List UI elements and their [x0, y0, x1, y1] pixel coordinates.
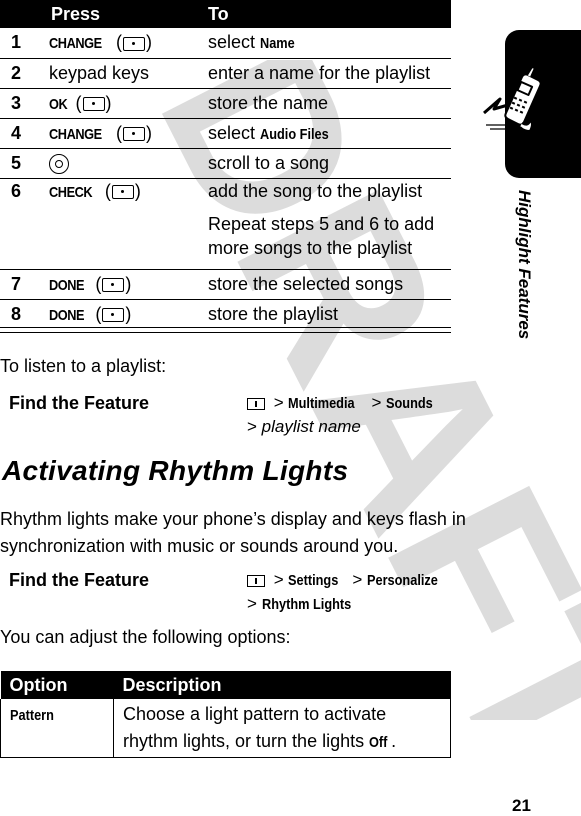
option-label: Pattern — [10, 707, 54, 724]
menu-item-name: Name — [260, 35, 295, 53]
section-body: Rhythm lights make your phone’s display … — [0, 509, 466, 556]
step-action: select Audio Files — [198, 117, 451, 148]
step-number: 6 — [0, 177, 49, 269]
step-press: DONE () — [49, 268, 198, 299]
header-to: To — [198, 0, 451, 28]
path-item: Multimedia — [288, 395, 355, 412]
options-intro: You can adjust the following options: — [0, 627, 291, 647]
table-end-rule — [0, 327, 451, 333]
step-action: store the playlist — [198, 298, 451, 329]
find-feature-label: Find the Feature — [9, 570, 150, 590]
path-separator: > — [273, 570, 284, 589]
header-press: Press — [49, 0, 198, 28]
menu-key-icon — [247, 397, 265, 410]
steps-table: Press To 1 CHANGE () select Name 2 keypa… — [0, 0, 451, 329]
step-press: CHANGE () — [49, 117, 198, 148]
step-number: 1 — [11, 32, 22, 53]
step-press: OK () — [49, 87, 198, 118]
key-label: CHECK — [49, 183, 93, 201]
description-text: Choose a light pattern to activate rhyth… — [123, 704, 387, 751]
step-press: keypad keys — [49, 57, 198, 88]
table-row: 8 DONE () store the playlist — [0, 298, 451, 329]
table-row: 2 keypad keys enter a name for the playl… — [0, 57, 451, 88]
action-text: select — [208, 32, 261, 53]
step-action: store the name — [198, 87, 451, 118]
menu-key-icon — [247, 574, 265, 587]
option-value: Off — [369, 734, 388, 751]
chapter-title-text: Highlight Features — [515, 190, 534, 340]
path-item-italic: playlist name — [261, 417, 361, 436]
step-action: add the song to the playlist Repeat step… — [198, 177, 451, 269]
path-item: Sounds — [386, 395, 433, 412]
options-header-row: Option Description — [0, 671, 451, 699]
table-row: 6 CHECK () add the song to the playlist … — [0, 177, 451, 269]
action-text: select — [208, 122, 261, 143]
table-row: 5 scroll to a song — [0, 147, 451, 178]
path-separator: > — [371, 393, 382, 412]
step-press: DONE () — [49, 298, 198, 329]
section-heading: Activating Rhythm Lights — [2, 455, 349, 486]
step-note: Repeat steps 5 and 6 to add more songs t… — [208, 213, 435, 258]
step-press — [49, 147, 198, 178]
step-number: 8 — [0, 298, 49, 329]
path-item: Settings — [288, 572, 339, 589]
header-description: Description — [113, 671, 451, 699]
table-row: 3 OK () store the name — [0, 87, 451, 118]
nav-key-icon — [49, 153, 69, 174]
path-separator: > — [247, 417, 257, 436]
key-label: DONE — [49, 276, 85, 294]
find-feature-label: Find the Feature — [9, 393, 150, 413]
description-end: . — [391, 731, 397, 751]
key-label: DONE — [49, 306, 85, 324]
find-feature-path: > Multimedia > Sounds > playlist name — [247, 391, 441, 438]
step-number: 5 — [0, 147, 49, 178]
steps-header-row: Press To — [0, 0, 451, 28]
path-separator: > — [247, 594, 257, 613]
step-number: 4 — [0, 117, 49, 148]
softkey-left-icon — [102, 307, 125, 322]
running-phone-icon — [483, 66, 542, 132]
header-num — [0, 0, 49, 28]
listen-intro: To listen to a playlist: — [0, 356, 167, 376]
menu-item-name: Audio Files — [260, 125, 329, 143]
step-action: scroll to a song — [198, 147, 451, 178]
step-press: CHANGE () — [49, 32, 153, 53]
step-press: CHECK () — [49, 177, 198, 269]
softkey-right-icon — [82, 96, 105, 111]
softkey-right-icon — [111, 184, 134, 199]
step-action: store the selected songs — [198, 268, 451, 299]
options-table: Option Description Pattern Choose a ligh… — [0, 671, 451, 758]
key-label: CHANGE — [49, 35, 102, 53]
table-row: Pattern Choose a light pattern to activa… — [0, 699, 451, 758]
option-description: Choose a light pattern to activate rhyth… — [113, 699, 451, 758]
step-action: enter a name for the playlist — [198, 57, 451, 88]
action-text: add the song to the playlist — [208, 180, 423, 201]
step-action: select Name — [198, 28, 451, 58]
path-separator: > — [352, 570, 363, 589]
path-separator: > — [273, 393, 284, 412]
path-item: Rhythm Lights — [261, 596, 351, 613]
softkey-right-icon — [123, 36, 146, 51]
table-row: 1 CHANGE () select Name — [0, 28, 451, 58]
step-number: 7 — [0, 268, 49, 299]
path-item: Personalize — [367, 572, 438, 589]
step-number: 2 — [0, 57, 49, 88]
find-feature-path: > Settings > Personalize > Rhythm Lights — [247, 568, 450, 616]
key-label: CHANGE — [49, 125, 102, 143]
softkey-right-icon — [123, 126, 146, 141]
header-option: Option — [0, 671, 114, 699]
step-number: 3 — [0, 87, 49, 118]
option-name: Pattern — [0, 699, 114, 758]
softkey-left-icon — [102, 277, 125, 292]
key-label: OK — [49, 95, 68, 113]
table-row: 7 DONE () store the selected songs — [0, 268, 451, 299]
chapter-title: Highlight Features — [512, 190, 534, 365]
table-row: 4 CHANGE () select Audio Files — [0, 117, 451, 148]
page-number: 21 — [512, 796, 531, 815]
